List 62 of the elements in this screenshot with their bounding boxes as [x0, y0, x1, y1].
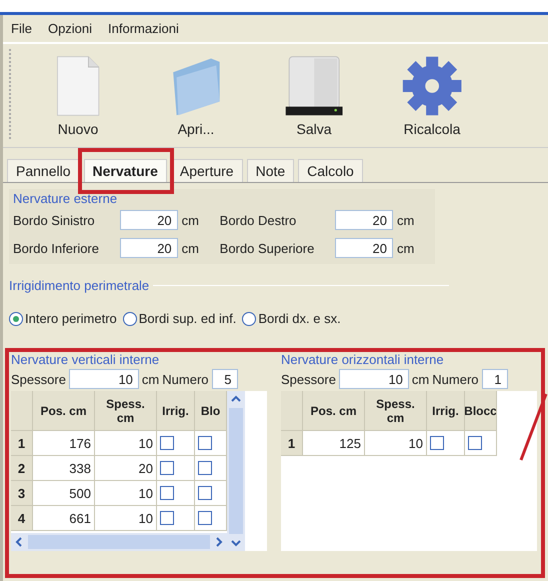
table-cell: 20	[95, 456, 157, 481]
table-cell: 10	[365, 431, 427, 456]
input-field[interactable]: 20	[120, 210, 178, 230]
group-title: Nervature verticali interne	[11, 352, 160, 367]
field-label: Numero	[162, 372, 209, 386]
column-header: Blo	[195, 391, 227, 431]
table-cell: 125	[303, 431, 365, 456]
toolbar-button[interactable]: Apri...	[137, 54, 255, 136]
tab[interactable]: Note	[246, 159, 294, 182]
toolbar-button[interactable]: Ricalcola	[373, 54, 491, 136]
field-label: Numero	[432, 372, 479, 386]
toolbar-button[interactable]: Nuovo	[19, 54, 137, 136]
unit-label: cm	[182, 212, 200, 228]
field-label: Bordo Superiore	[220, 240, 314, 256]
column-header: Irrig.	[427, 391, 465, 431]
field-label: Bordo Destro	[220, 212, 296, 228]
tab[interactable]: Pannello	[7, 159, 80, 182]
row-number: 4	[11, 506, 33, 531]
field-label: Spessore	[11, 372, 66, 386]
table-cell: 10	[95, 481, 157, 506]
unit-label: cm	[396, 240, 416, 256]
column-header: Spess. cm	[95, 391, 157, 431]
group-title: Nervature esterne	[13, 191, 118, 206]
unit-label: cm	[142, 372, 160, 386]
row-number: 2	[11, 456, 33, 481]
row-number: 3	[11, 481, 33, 506]
group-title: Irrigidimento perimetrale	[9, 278, 150, 293]
input-field[interactable]: 20	[334, 238, 393, 258]
tab[interactable]: Nervature	[84, 159, 167, 182]
menu-item[interactable]: File	[11, 21, 32, 36]
group-title: Nervature orizzontali interne	[281, 352, 444, 367]
field-label: Bordo Inferiore	[13, 240, 100, 256]
unit-label: cm	[182, 240, 200, 256]
input-field[interactable]: 10	[68, 369, 139, 389]
column-header: Spess. cm	[365, 391, 427, 431]
table-cell: 661	[33, 506, 95, 531]
tab[interactable]: Calcolo	[298, 159, 363, 182]
row-number: 1	[11, 431, 33, 456]
toolbar-button[interactable]: Salva	[255, 54, 373, 136]
menu-item[interactable]: Informazioni	[108, 21, 179, 36]
input-field[interactable]: 10	[338, 369, 409, 389]
table-cell: 500	[33, 481, 95, 506]
input-field[interactable]: 20	[334, 210, 393, 230]
radio-option[interactable]: Intero perimetro	[9, 311, 117, 326]
table-cell: 10	[95, 506, 157, 531]
column-header: Pos. cm	[33, 391, 95, 431]
input-field[interactable]: 5	[212, 369, 238, 389]
table-cell: 176	[33, 431, 95, 456]
column-header: Irrig.	[157, 391, 195, 431]
unit-label: cm	[396, 212, 416, 228]
field-label: Bordo Sinistro	[13, 212, 96, 228]
input-field[interactable]: 1	[482, 369, 508, 389]
radio-option[interactable]: Bordi sup. ed inf.	[122, 311, 236, 326]
table-cell: 338	[33, 456, 95, 481]
input-field[interactable]: 20	[120, 238, 178, 258]
column-header: Pos. cm	[303, 391, 365, 431]
radio-option[interactable]: Bordi dx. e sx.	[242, 311, 341, 326]
field-label: Spessore	[281, 372, 336, 386]
row-number: 1	[281, 431, 303, 456]
menu-item[interactable]: Opzioni	[48, 21, 92, 36]
unit-label: cm	[412, 372, 430, 386]
table-cell: 10	[95, 431, 157, 456]
